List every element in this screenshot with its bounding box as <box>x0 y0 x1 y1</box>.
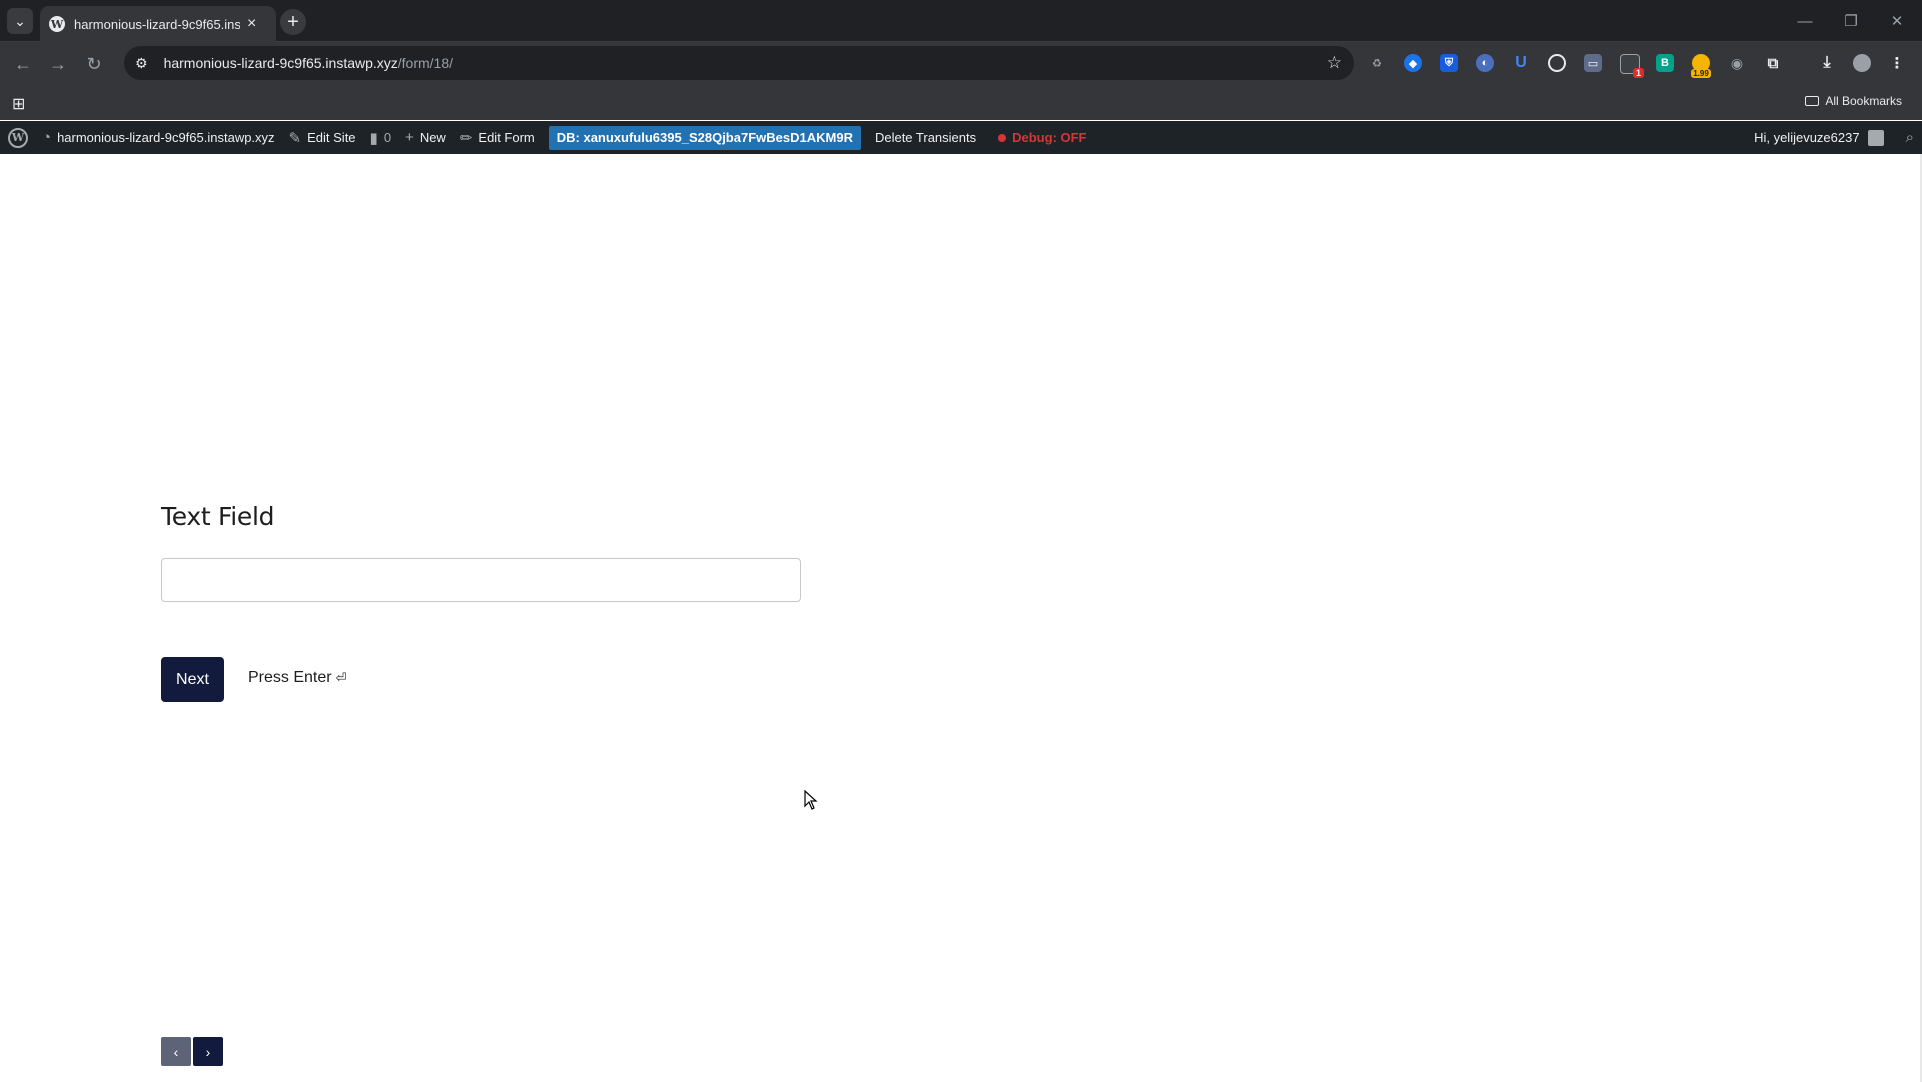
extension-vpn-icon[interactable]: ◐ <box>1476 54 1494 72</box>
edit-site-label: Edit Site <box>307 130 356 145</box>
extension-badge-count: 1 <box>1632 68 1644 78</box>
admin-search[interactable]: ⌕ <box>1899 121 1922 154</box>
next-step-button[interactable]: › <box>193 1037 223 1066</box>
brush-icon: ✎ <box>288 129 302 147</box>
minimize-icon[interactable]: — <box>1790 8 1820 34</box>
tab-title: harmonious-lizard-9c9f65.insta… <box>74 16 240 32</box>
greeting-label: Hi, yelijevuze6237 <box>1754 130 1860 145</box>
edit-form-link[interactable]: ✏ Edit Form <box>453 121 542 154</box>
new-tab-button[interactable]: + <box>280 9 306 35</box>
user-avatar-icon <box>1867 129 1884 146</box>
address-bar[interactable]: ⚙ harmonious-lizard-9c9f65.instawp.xyz/f… <box>124 46 1354 80</box>
new-content-menu[interactable]: + New <box>398 121 453 154</box>
tab-search-icon[interactable]: ⌄ <box>7 8 33 34</box>
extension-b-icon[interactable]: B <box>1656 54 1674 72</box>
apps-grid-icon[interactable]: ⊞ <box>12 94 25 114</box>
all-bookmarks-button[interactable]: All Bookmarks <box>1805 94 1902 108</box>
enter-key-icon: ⏎ <box>335 670 347 685</box>
extension-window-icon[interactable]: ▭ <box>1584 54 1602 72</box>
wp-logo-menu[interactable]: W <box>0 121 35 154</box>
site-name-label: harmonious-lizard-9c9f65.instawp.xyz <box>57 130 275 145</box>
comment-icon: ▮ <box>369 129 378 147</box>
db-name-badge[interactable]: DB: xanuxufulu6395_S28Qjba7FwBesD1AKM9R <box>548 125 861 150</box>
form-page: Text Field Next Press Enter ⏎ ‹ › <box>0 154 1922 1082</box>
press-enter-label: Press Enter <box>248 669 332 686</box>
site-info-icon[interactable]: ⚙ <box>135 55 148 72</box>
url-path: /form/18/ <box>397 55 454 71</box>
extension-badge-icon[interactable]: 1 <box>1620 54 1644 78</box>
press-enter-hint: Press Enter ⏎ <box>248 669 347 687</box>
download-icon[interactable]: ⤓ <box>1818 54 1836 72</box>
edit-form-label: Edit Form <box>478 130 535 145</box>
mouse-cursor-icon <box>804 790 818 810</box>
extension-price-icon[interactable]: 1.99 <box>1691 54 1711 78</box>
profile-avatar-icon[interactable] <box>1853 54 1871 72</box>
dashboard-icon: ◔ <box>42 129 52 146</box>
debug-dot-icon <box>998 133 1007 142</box>
close-window-icon[interactable]: ✕ <box>1882 8 1912 34</box>
browser-toolbar: ← → ↻ ⚙ harmonious-lizard-9c9f65.instawp… <box>0 42 1922 86</box>
debug-status[interactable]: Debug: OFF <box>991 121 1093 154</box>
form-pagination: ‹ › <box>161 1037 223 1066</box>
bookmark-star-icon[interactable]: ☆ <box>1327 53 1342 73</box>
edit-site-link[interactable]: ✎ Edit Site <box>282 121 363 154</box>
site-name-menu[interactable]: ◔ harmonious-lizard-9c9f65.instawp.xyz <box>35 121 282 154</box>
extension-recycle-icon[interactable]: ♻ <box>1368 54 1386 72</box>
menu-kebab-icon[interactable]: ⋮ <box>1888 54 1906 72</box>
wp-admin-bar: W ◔ harmonious-lizard-9c9f65.instawp.xyz… <box>0 121 1922 154</box>
extensions-puzzle-icon[interactable]: ⧉ <box>1764 54 1782 72</box>
bitwarden-icon[interactable]: ⛨ <box>1440 54 1458 72</box>
camera-icon[interactable]: ◉ <box>1728 54 1746 72</box>
reload-icon[interactable]: ↻ <box>80 50 108 78</box>
all-bookmarks-label: All Bookmarks <box>1825 94 1902 108</box>
folder-icon <box>1805 96 1820 106</box>
forward-icon[interactable]: → <box>44 50 72 78</box>
search-icon: ⌕ <box>1905 129 1914 146</box>
browser-tab-active[interactable]: W harmonious-lizard-9c9f65.insta… × <box>40 6 276 42</box>
my-account-menu[interactable]: Hi, yelijevuze6237 <box>1747 121 1899 154</box>
extension-price-badge: 1.99 <box>1691 69 1711 78</box>
browser-tab-strip: ⌄ W harmonious-lizard-9c9f65.insta… × + … <box>0 0 1922 42</box>
extension-shield-icon[interactable]: ◆ <box>1404 54 1422 72</box>
comments-link[interactable]: ▮ 0 <box>363 121 399 154</box>
previous-step-button[interactable]: ‹ <box>161 1037 191 1066</box>
restore-icon[interactable]: ❐ <box>1836 8 1866 34</box>
wordpress-icon: W <box>8 127 28 148</box>
extension-circle-icon[interactable] <box>1548 54 1566 72</box>
pencil-icon: ✏ <box>459 129 473 147</box>
new-label: New <box>419 130 446 145</box>
comments-count: 0 <box>383 130 392 145</box>
admin-bar-right: Hi, yelijevuze6237 ⌕ <box>1747 121 1922 154</box>
text-field-input[interactable] <box>161 558 801 602</box>
wordpress-favicon-icon: W <box>49 16 65 32</box>
back-icon[interactable]: ← <box>9 50 37 78</box>
bookmarks-bar: ⊞ All Bookmarks <box>0 86 1922 120</box>
chevron-left-icon: ‹ <box>173 1043 179 1060</box>
next-button[interactable]: Next <box>161 657 224 702</box>
plus-icon: + <box>405 129 414 146</box>
field-label: Text Field <box>161 502 275 531</box>
extension-u-icon[interactable]: U <box>1512 54 1530 72</box>
tab-close-icon[interactable]: × <box>247 15 256 33</box>
debug-label: Debug: OFF <box>1012 130 1087 145</box>
chevron-right-icon: › <box>205 1043 211 1060</box>
delete-transients-link[interactable]: Delete Transients <box>868 121 983 154</box>
address-url[interactable]: harmonious-lizard-9c9f65.instawp.xyz/for… <box>164 55 453 71</box>
url-host: harmonious-lizard-9c9f65.instawp.xyz <box>163 55 398 71</box>
